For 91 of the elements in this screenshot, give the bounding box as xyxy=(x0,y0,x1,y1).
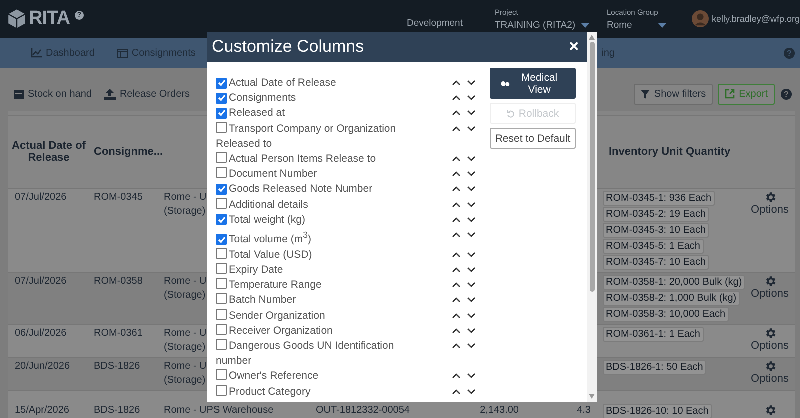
quantity-tag: BDS-1826-1: 50 Each xyxy=(603,360,706,375)
table-cell: Rome - U (Storage) xyxy=(164,276,207,301)
quantity-tag: ROM-0345-2: 19 Each xyxy=(603,207,710,222)
location-group-select[interactable]: Rome xyxy=(607,20,692,30)
line-chart-icon xyxy=(31,48,42,58)
table-cell: ROM-0345 xyxy=(94,192,143,203)
calendar-icon xyxy=(14,89,24,99)
close-button[interactable]: × xyxy=(561,37,587,57)
column-header[interactable]: Actual Date of Release xyxy=(12,140,86,164)
table-cell: ROM-0361 xyxy=(94,328,143,339)
quantity-tag: ROM-0358-3: 10,000 Each xyxy=(603,307,729,322)
app-logo: RITA xyxy=(29,8,70,30)
table-icon xyxy=(116,48,128,58)
column-checkbox[interactable]: Consignments xyxy=(216,91,296,106)
caret-icon xyxy=(580,22,590,28)
column-checkbox[interactable]: Receiver Organization xyxy=(216,324,333,339)
quantity-tag: ROM-0358-2: 1,000 Bulk (kg) xyxy=(603,291,740,306)
table-cell: Rome - U (Storage) xyxy=(164,328,207,353)
quantity-tag: BDS-1826-10: 10 Each xyxy=(603,404,712,418)
table-cell: BDS-1826 xyxy=(94,361,140,372)
gear-icon xyxy=(764,360,776,373)
table-cell: 07/Jul/2026 xyxy=(15,192,67,203)
help-icon[interactable]: ? xyxy=(781,88,792,100)
column-checkbox[interactable]: Total weight (kg) xyxy=(216,212,306,228)
quantity-tag: ROM-0361-1: 1 Each xyxy=(603,327,704,342)
checkmark-icon xyxy=(218,216,226,224)
gear-icon xyxy=(764,327,776,340)
options-button[interactable]: Options xyxy=(749,360,791,386)
undo-icon xyxy=(506,110,515,118)
gear-icon xyxy=(764,404,776,417)
avatar-icon xyxy=(692,10,709,28)
table-cell: OUT-1812332-00054 xyxy=(316,405,410,416)
column-checkbox[interactable]: Sender Organization xyxy=(216,308,326,324)
table-cell: 06/Jul/2026 xyxy=(15,328,67,339)
column-checkbox[interactable]: Actual Date of Release xyxy=(216,76,336,92)
column-checkbox[interactable]: Transport Company or Organization Released to xyxy=(216,122,416,152)
table-cell: Rome - U (Storage) xyxy=(164,192,207,217)
project-select[interactable]: TRAINING (RITA2) xyxy=(495,20,607,30)
column-checkbox[interactable]: Total Value (USD) xyxy=(216,248,312,263)
quantity-tag: ROM-0345-1: 936 Each xyxy=(603,191,715,206)
user-menu[interactable]: kelly.bradley@wfp.org xyxy=(712,14,800,24)
column-checkbox[interactable]: Additional details xyxy=(216,198,308,213)
quantity-tag: ROM-0358-1: 20,000 Bulk (kg) xyxy=(603,275,746,290)
export-icon xyxy=(725,89,736,99)
column-checkbox[interactable]: Goods Released Note Number xyxy=(216,182,373,198)
scroll-down-icon[interactable] xyxy=(589,394,595,399)
filter-icon xyxy=(641,90,650,98)
checkmark-icon xyxy=(218,236,226,244)
column-checkbox[interactable]: Document Number xyxy=(216,167,318,182)
column-checkbox[interactable]: Temperature Range xyxy=(216,278,322,294)
reset-button[interactable]: Reset to Default xyxy=(490,128,576,149)
gear-icon xyxy=(764,275,776,288)
column-checkbox[interactable]: Expiry Date xyxy=(216,262,284,278)
options-button[interactable]: Options xyxy=(749,327,791,353)
toolbar-button[interactable]: Stock on hand xyxy=(8,84,98,104)
column-header[interactable]: Consignme... xyxy=(94,146,164,158)
caret-icon xyxy=(658,22,667,28)
table-cell: 20/Jun/2026 xyxy=(15,361,70,372)
quantity-tag: ROM-0345-3: 10 Each xyxy=(603,223,710,238)
scroll-up-icon[interactable] xyxy=(589,35,595,40)
column-checkbox[interactable]: Actual Person Items Release to xyxy=(216,152,376,168)
column-checkbox[interactable]: Owner's Reference xyxy=(216,369,319,385)
table-cell-text: 2,143.00 xyxy=(479,404,519,418)
column-checkbox[interactable]: Released at xyxy=(216,106,286,122)
environment-label: Development xyxy=(407,18,464,28)
table-cell: Rome - UPS Warehouse xyxy=(164,405,274,416)
column-header[interactable]: Inventory Unit Quantity xyxy=(609,146,731,158)
filter-button[interactable]: Show filters xyxy=(634,84,714,104)
column-checkbox[interactable]: Product Category xyxy=(216,384,311,400)
pills-icon xyxy=(501,80,510,88)
column-checkbox[interactable]: Batch Number xyxy=(216,293,296,309)
table-cell: Rome - U (Storage) xyxy=(164,361,207,386)
options-button[interactable]: Options xyxy=(749,275,791,301)
column-checkbox[interactable]: Total volume (m$^{3}$) xyxy=(216,228,312,248)
medical-button[interactable]: Medical View xyxy=(490,68,576,99)
table-cell: BDS-1826 xyxy=(94,405,140,416)
upload-icon xyxy=(104,88,116,100)
column-checkbox[interactable]: Dangerous Goods UN Identification number xyxy=(216,338,416,370)
options-button[interactable]: Options xyxy=(749,191,791,217)
table-cell: 07/Jul/2026 xyxy=(15,276,67,287)
checkmark-icon xyxy=(218,185,226,194)
table-cell: 15/Apr/2026 xyxy=(15,405,70,416)
toolbar-button[interactable]: Release Orders xyxy=(98,84,196,104)
quantity-tag: ROM-0345-7: 10 Each xyxy=(603,255,710,270)
cube-logo-icon xyxy=(7,8,27,30)
table-cell-text: 4.3 xyxy=(576,404,591,418)
table-cell: ROM-0358 xyxy=(94,276,143,287)
gear-icon xyxy=(764,191,776,204)
dialog-title: Customize Columns xyxy=(212,37,364,57)
scrollbar[interactable] xyxy=(587,32,597,402)
quantity-tag: ROM-0345-5: 1 Each xyxy=(603,239,704,254)
